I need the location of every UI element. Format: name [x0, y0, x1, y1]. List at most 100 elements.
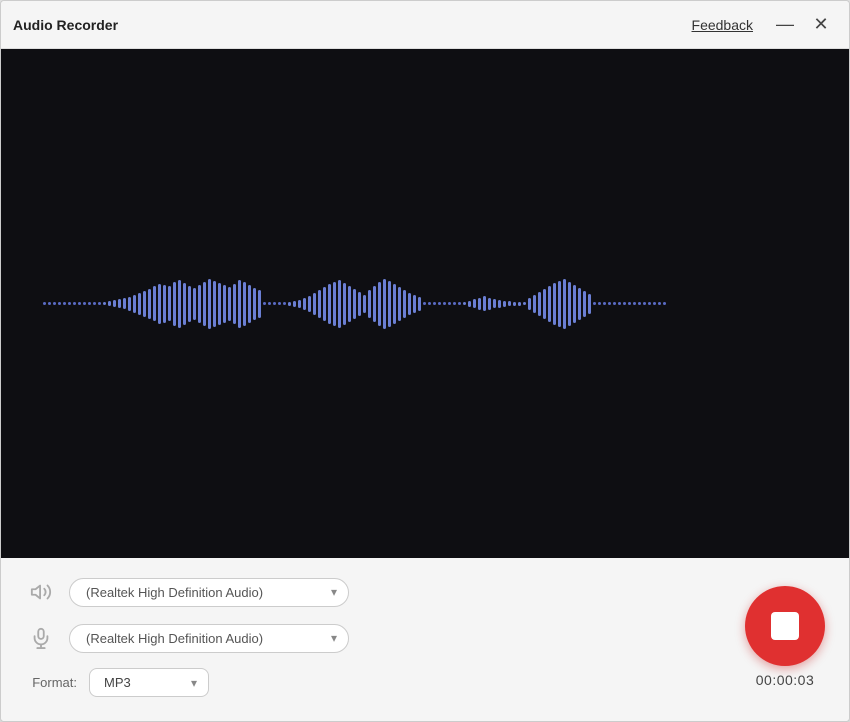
controls-right: 00:00:03	[721, 576, 825, 697]
mic-dropdown-wrap[interactable]: (Realtek High Definition Audio) ▾	[69, 624, 349, 653]
waveform-bar	[213, 281, 216, 327]
waveform-bar	[533, 295, 536, 313]
waveform-bar	[473, 299, 476, 308]
waveform-bar	[418, 297, 421, 311]
stop-button[interactable]	[745, 586, 825, 666]
waveform-bar	[163, 285, 166, 323]
waveform-bar	[538, 292, 541, 316]
waveform-dot	[63, 302, 66, 305]
waveform-bar	[148, 289, 151, 319]
waveform-bar	[308, 296, 311, 312]
waveform-dot	[73, 302, 76, 305]
waveform-bar	[218, 283, 221, 325]
waveform-bar	[293, 301, 296, 307]
waveform-dot	[648, 302, 651, 305]
waveform-dot	[458, 302, 461, 305]
waveform-bar	[158, 284, 161, 324]
waveform-bar	[208, 279, 211, 329]
waveform-dot	[438, 302, 441, 305]
waveform-dot	[618, 302, 621, 305]
waveform-bar	[373, 286, 376, 322]
waveform-dot	[278, 302, 281, 305]
waveform-dot	[263, 302, 266, 305]
waveform-dot	[653, 302, 656, 305]
waveform-bar	[178, 280, 181, 328]
waveform-bar	[173, 282, 176, 326]
waveform-bar	[288, 302, 291, 306]
waveform-bar	[488, 298, 491, 310]
waveform-bar	[233, 284, 236, 324]
app-title: Audio Recorder	[13, 17, 118, 33]
waveform-bar	[413, 295, 416, 313]
waveform-dot	[598, 302, 601, 305]
waveform-bar	[468, 301, 471, 307]
waveform-bar	[323, 287, 326, 321]
waveform-bar	[243, 282, 246, 326]
waveform-bar	[408, 293, 411, 315]
waveform-dot	[593, 302, 596, 305]
waveform-bar	[463, 302, 466, 305]
waveform-bar	[573, 285, 576, 323]
waveform-bar	[303, 298, 306, 310]
waveform-bar	[133, 295, 136, 313]
waveform-bar	[393, 284, 396, 324]
waveform-dot	[453, 302, 456, 305]
waveform-bar	[298, 300, 301, 308]
waveform-dot	[628, 302, 631, 305]
waveform-bar	[223, 285, 226, 323]
speaker-row: (Realtek High Definition Audio) ▾	[25, 576, 721, 608]
waveform-dot	[93, 302, 96, 305]
waveform-dot	[608, 302, 611, 305]
waveform-dot	[58, 302, 61, 305]
format-select[interactable]: MP3 WAV FLAC AAC OGG	[89, 668, 209, 697]
close-button[interactable]: ✕	[805, 9, 837, 41]
waveform-dot	[633, 302, 636, 305]
waveform-bar	[113, 300, 116, 307]
waveform-dot	[88, 302, 91, 305]
waveform-bar	[483, 296, 486, 311]
waveform-bar	[108, 301, 111, 306]
waveform-bar	[143, 291, 146, 317]
controls-area: (Realtek High Definition Audio) ▾	[1, 558, 849, 721]
waveform-dot	[433, 302, 436, 305]
waveform-bar	[253, 288, 256, 320]
controls-left: (Realtek High Definition Audio) ▾	[25, 576, 721, 697]
waveform-dot	[643, 302, 646, 305]
waveform-bar	[478, 298, 481, 310]
waveform-bar	[258, 290, 261, 318]
waveform-bar	[403, 290, 406, 318]
waveform-bar	[313, 293, 316, 315]
waveform-bar	[518, 302, 521, 306]
waveform-bar	[153, 286, 156, 321]
minimize-button[interactable]: —	[769, 9, 801, 41]
format-dropdown-wrap[interactable]: MP3 WAV FLAC AAC OGG ▾	[89, 668, 209, 697]
waveform-bar	[183, 283, 186, 325]
waveform-bar	[588, 294, 591, 314]
timer-display: 00:00:03	[756, 672, 815, 688]
speaker-select[interactable]: (Realtek High Definition Audio)	[69, 578, 349, 607]
waveform-bar	[543, 289, 546, 319]
waveform-bar	[358, 292, 361, 316]
waveform-bar	[548, 286, 551, 322]
waveform-dot	[273, 302, 276, 305]
mic-select[interactable]: (Realtek High Definition Audio)	[69, 624, 349, 653]
waveform-bar	[378, 282, 381, 326]
waveform-dot	[53, 302, 56, 305]
waveform-bar	[333, 282, 336, 326]
title-bar: Audio Recorder Feedback — ✕	[1, 1, 849, 49]
waveform-dot	[98, 302, 101, 305]
waveform-dot	[43, 302, 46, 305]
waveform-bar	[383, 279, 386, 329]
waveform-bar	[128, 297, 131, 311]
waveform-bar	[568, 282, 571, 326]
waveform-dot	[448, 302, 451, 305]
format-label: Format:	[25, 675, 77, 690]
waveform-bar	[503, 301, 506, 307]
speaker-dropdown-wrap[interactable]: (Realtek High Definition Audio) ▾	[69, 578, 349, 607]
waveform-bar	[583, 291, 586, 317]
feedback-link[interactable]: Feedback	[692, 17, 753, 33]
title-bar-left: Audio Recorder	[13, 17, 118, 33]
waveform-bar	[138, 293, 141, 315]
waveform-bar	[103, 302, 106, 305]
waveform-bar	[343, 283, 346, 325]
